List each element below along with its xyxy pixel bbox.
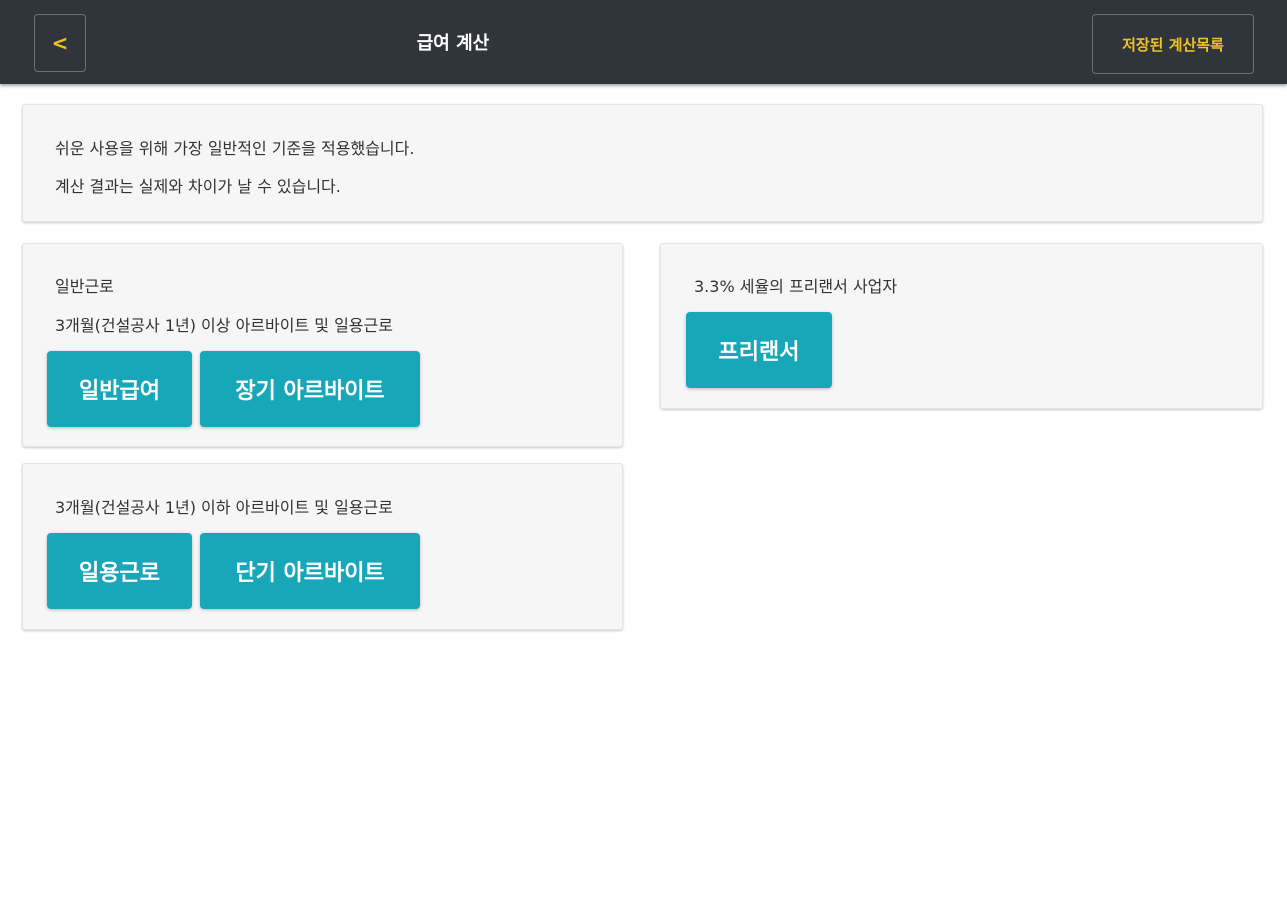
regular-salary-button[interactable]: 일반급여 (47, 351, 192, 427)
freelancer-description: 3.3% 세율의 프리랜서 사업자 (694, 277, 898, 296)
short-term-parttime-button[interactable]: 단기 아르바이트 (200, 533, 420, 609)
notice-card: 쉬운 사용을 위해 가장 일반적인 기준을 적용했습니다. 계산 결과는 실제와… (22, 104, 1263, 222)
back-button[interactable]: < (34, 14, 86, 72)
short-term-work-card: 3개월(건설공사 1년) 이하 아르바이트 및 일용근로 일용근로 단기 아르바… (22, 463, 623, 630)
general-work-card: 일반근로 3개월(건설공사 1년) 이상 아르바이트 및 일용근로 일반급여 장… (22, 243, 623, 447)
long-term-parttime-button[interactable]: 장기 아르바이트 (200, 351, 420, 427)
back-icon: < (51, 31, 69, 55)
freelancer-button[interactable]: 프리랜서 (686, 312, 832, 388)
general-work-heading: 일반근로 (55, 277, 114, 296)
freelancer-card: 3.3% 세율의 프리랜서 사업자 프리랜서 (660, 243, 1263, 409)
app-header: < 급여 계산 저장된 계산목록 (0, 0, 1287, 84)
general-work-description: 3개월(건설공사 1년) 이상 아르바이트 및 일용근로 (55, 316, 393, 335)
short-term-description: 3개월(건설공사 1년) 이하 아르바이트 및 일용근로 (55, 498, 393, 517)
saved-calculations-button[interactable]: 저장된 계산목록 (1092, 14, 1254, 74)
daily-work-button[interactable]: 일용근로 (47, 533, 192, 609)
page-title: 급여 계산 (416, 33, 490, 54)
notice-line-2: 계산 결과는 실제와 차이가 날 수 있습니다. (55, 177, 341, 196)
notice-line-1: 쉬운 사용을 위해 가장 일반적인 기준을 적용했습니다. (55, 139, 415, 158)
